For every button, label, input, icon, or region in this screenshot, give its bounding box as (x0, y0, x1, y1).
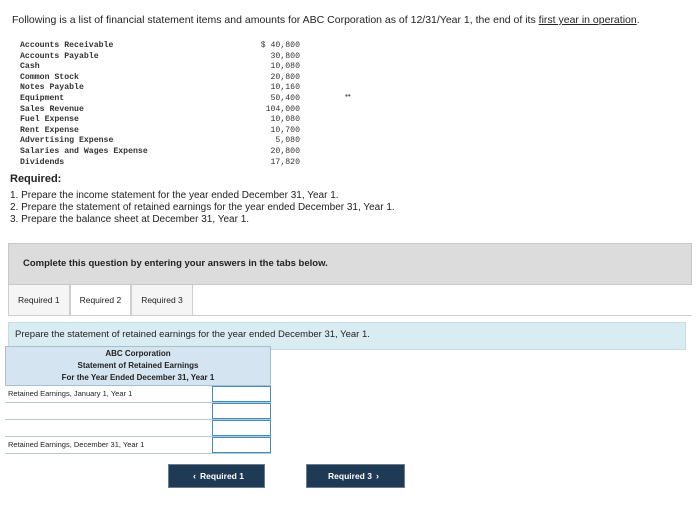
amount-input[interactable] (212, 403, 271, 419)
company-name: ABC Corporation (105, 349, 171, 358)
row-label: Retained Earnings, January 1, Year 1 (8, 389, 133, 398)
row-label-input[interactable] (5, 420, 212, 436)
list-item: Dividends 17,820 (20, 157, 300, 167)
list-item: Cash 10,080 (20, 62, 300, 72)
required-heading: Required: (10, 173, 62, 185)
financial-items-list: Accounts Receivable $ 40,800 Accounts Pay… (20, 41, 300, 168)
required-list: 1. Prepare the income statement for the … (10, 190, 395, 226)
intro-underlined: first year in operation (538, 14, 637, 26)
tab-bar: Required 1 Required 2 Required 3 (8, 285, 193, 316)
instruction-banner: Complete this question by entering your … (8, 243, 692, 285)
end-amount-input[interactable] (212, 437, 271, 453)
table-row: Retained Earnings, January 1, Year 1 (5, 386, 271, 403)
list-item: Sales Revenue 104,000 (20, 104, 300, 114)
list-item: Advertising Expense 5,080 (20, 136, 300, 146)
begin-amount-input[interactable] (212, 386, 271, 402)
list-item: Salaries and Wages Expense 20,800 (20, 146, 300, 156)
tab-required-2[interactable]: Required 2 (69, 285, 132, 316)
chevron-right-icon: › (375, 471, 379, 481)
list-item: Accounts Payable 30,800 (20, 51, 300, 61)
next-button[interactable]: Required 3 › (306, 464, 405, 488)
required-item: 3. Prepare the balance sheet at December… (10, 214, 250, 225)
required-item: 2. Prepare the statement of retained ear… (10, 202, 395, 213)
tab-required-1[interactable]: Required 1 (8, 285, 70, 316)
list-item: Fuel Expense 10,080 (20, 115, 300, 125)
cursor-mark-icon: ▪• (345, 91, 351, 100)
tab-required-3[interactable]: Required 3 (131, 285, 193, 316)
statement-header: ABC Corporation Statement of Retained Ea… (5, 346, 271, 386)
tab-divider (8, 315, 692, 316)
amount-input[interactable] (212, 420, 271, 436)
table-row: Retained Earnings, December 31, Year 1 (5, 437, 271, 454)
prev-button[interactable]: ‹ Required 1 (168, 464, 265, 488)
table-row (5, 420, 271, 437)
statement-title: Statement of Retained Earnings (77, 361, 199, 370)
list-item: Equipment 50,400 (20, 93, 300, 103)
row-label-input[interactable] (5, 403, 212, 419)
list-item: Accounts Receivable $ 40,800 (20, 41, 300, 50)
chevron-left-icon: ‹ (193, 471, 197, 481)
list-item: Notes Payable 10,160 (20, 83, 300, 93)
required-item: 1. Prepare the income statement for the … (10, 190, 339, 201)
retained-earnings-statement: ABC Corporation Statement of Retained Ea… (5, 346, 271, 454)
list-item: Rent Expense 10,700 (20, 125, 300, 135)
table-row (5, 403, 271, 420)
list-item: Common Stock 20,800 (20, 72, 300, 82)
row-label: Retained Earnings, December 31, Year 1 (8, 440, 145, 449)
intro-text: Following is a list of financial stateme… (12, 14, 640, 26)
statement-period: For the Year Ended December 31, Year 1 (61, 373, 215, 382)
